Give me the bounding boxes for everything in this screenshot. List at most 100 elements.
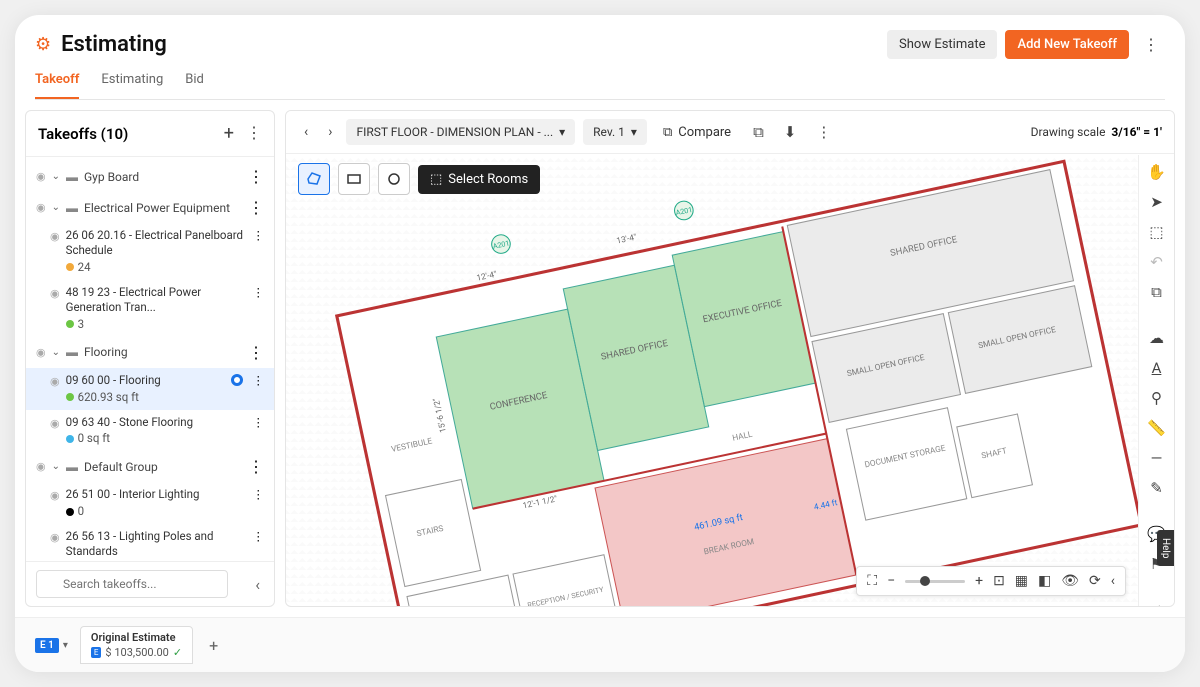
line-icon[interactable]: — xyxy=(1145,449,1169,467)
more-icon[interactable]: ⋮ xyxy=(253,373,265,387)
more-icon[interactable]: ⋮ xyxy=(253,415,265,429)
collapse-sidebar-icon[interactable]: ‹ xyxy=(251,571,264,598)
crop-icon[interactable]: ◧ xyxy=(1038,573,1051,589)
scale-value: 3/16" = 1' xyxy=(1111,125,1162,139)
tree-group[interactable]: ◉ ⌄ ▬ Gyp Board ⋮ xyxy=(26,161,274,192)
zoom-out-icon[interactable]: − xyxy=(887,573,895,589)
chevron-down-icon[interactable]: ▾ xyxy=(63,640,68,651)
more-icon[interactable]: ⋮ xyxy=(248,167,264,186)
zoom-in-icon[interactable]: + xyxy=(975,573,983,589)
add-icon[interactable]: + xyxy=(224,123,234,144)
fullscreen-icon[interactable]: ⛶ xyxy=(867,573,877,589)
more-icon[interactable]: ⋮ xyxy=(248,198,264,217)
folder-icon: ▬ xyxy=(66,460,78,474)
open-external-icon[interactable]: ⧉ xyxy=(747,119,770,145)
tab-takeoff[interactable]: Takeoff xyxy=(35,72,79,99)
copy-icon[interactable]: ⧉ xyxy=(1145,283,1169,301)
more-icon[interactable]: ⋮ xyxy=(248,343,264,362)
chevron-down-icon: ▾ xyxy=(631,125,637,139)
sheet-dropdown[interactable]: FIRST FLOOR - DIMENSION PLAN - ... ▾ xyxy=(346,119,575,145)
chevron-down-icon[interactable]: ⌄ xyxy=(52,202,60,213)
select-rooms-label: Select Rooms xyxy=(448,172,528,187)
help-tab[interactable]: Help xyxy=(1157,530,1174,566)
item-value: 620.93 sq ft xyxy=(78,390,139,405)
visibility-icon[interactable]: 👁 xyxy=(1061,573,1079,589)
color-dot xyxy=(66,435,74,443)
more-icon[interactable]: ⋮ xyxy=(1137,29,1165,60)
chevron-down-icon[interactable]: ⌄ xyxy=(52,461,60,472)
ruler-icon[interactable]: 📏 xyxy=(1145,419,1169,437)
tree-group[interactable]: ◉ ⌄ ▬ Default Group ⋮ xyxy=(26,451,274,482)
color-dot xyxy=(66,508,74,516)
more-icon[interactable]: ⋮ xyxy=(246,123,262,144)
tree-group[interactable]: ◉ ⌄ ▬ Flooring ⋮ xyxy=(26,337,274,368)
compare-button[interactable]: ⧉ Compare xyxy=(655,121,739,144)
group-label: Gyp Board xyxy=(84,170,139,184)
estimate-tab[interactable]: Original Estimate E $ 103,500.00 ✓ xyxy=(80,626,193,664)
visibility-icon[interactable]: ◉ xyxy=(50,230,60,243)
show-estimate-button[interactable]: Show Estimate xyxy=(887,30,997,59)
revision-dropdown[interactable]: Rev. 1 ▾ xyxy=(583,119,647,145)
pan-icon[interactable]: ✋ xyxy=(1145,163,1169,181)
circle-tool-button[interactable] xyxy=(378,163,410,195)
visibility-icon[interactable]: ◉ xyxy=(50,531,60,544)
visibility-icon[interactable]: ◉ xyxy=(50,375,60,388)
more-icon[interactable]: ⋮ xyxy=(248,457,264,476)
rectangle-tool-button[interactable] xyxy=(338,163,370,195)
download-icon[interactable]: ⬇ xyxy=(778,119,803,145)
chevron-down-icon[interactable]: ⌄ xyxy=(52,347,60,358)
chevron-down-icon[interactable]: ⌄ xyxy=(52,171,60,182)
add-estimate-button[interactable]: + xyxy=(205,632,222,659)
fit-icon[interactable]: ⊡ xyxy=(993,573,1005,589)
tab-bid[interactable]: Bid xyxy=(185,72,204,99)
takeoff-item[interactable]: ◉ 09 63 40 - Stone Flooring 0 sq ft ⋮ xyxy=(26,410,274,452)
takeoff-item-selected[interactable]: ◉ 09 60 00 - Flooring 620.93 sq ft ⋮ xyxy=(26,368,274,410)
more-icon[interactable]: ⋮ xyxy=(810,119,837,145)
visibility-icon[interactable]: ◉ xyxy=(36,460,46,473)
svg-text:13'-4": 13'-4" xyxy=(616,233,638,247)
check-icon: ✓ xyxy=(173,646,182,659)
folder-icon: ▬ xyxy=(66,170,78,184)
more-icon[interactable]: ⋮ xyxy=(253,487,265,501)
visibility-icon[interactable]: ◉ xyxy=(36,346,46,359)
search-input[interactable] xyxy=(36,570,228,598)
prev-sheet-icon[interactable]: ‹ xyxy=(298,120,314,144)
takeoff-item[interactable]: ◉ 26 06 20.16 - Electrical Panelboard Sc… xyxy=(26,223,274,280)
polygon-tool-button[interactable] xyxy=(298,163,330,195)
visibility-icon[interactable]: ◉ xyxy=(50,287,60,300)
more-icon[interactable]: ⋮ xyxy=(253,285,265,299)
zoom-slider[interactable] xyxy=(905,580,965,583)
takeoff-item[interactable]: ◉26 56 13 - Lighting Poles and Standards… xyxy=(26,524,274,561)
estimate-mini-badge: E xyxy=(91,647,102,658)
floorplan-canvas[interactable]: CONFERENCE SHARED OFFICE EXECUTIVE OFFIC… xyxy=(286,154,1174,606)
tab-estimating[interactable]: Estimating xyxy=(101,72,163,99)
add-takeoff-button[interactable]: Add New Takeoff xyxy=(1005,30,1129,59)
more-icon[interactable]: ⋮ xyxy=(253,228,265,242)
visibility-icon[interactable]: ◉ xyxy=(50,417,60,430)
drawing-scale: Drawing scale 3/16" = 1' xyxy=(1031,125,1162,139)
visibility-icon[interactable]: ◉ xyxy=(36,170,46,183)
select-rooms-button[interactable]: ⬚ Select Rooms xyxy=(418,165,540,194)
visibility-icon[interactable]: ◉ xyxy=(50,489,60,502)
pencil-icon[interactable]: ✎ xyxy=(1145,479,1169,497)
item-title: 26 06 20.16 - Electrical Panelboard Sche… xyxy=(66,228,253,258)
next-sheet-icon[interactable]: › xyxy=(322,120,338,144)
grid-icon[interactable]: ▦ xyxy=(1015,573,1028,589)
cloud-icon[interactable]: ☁ xyxy=(1145,329,1169,347)
estimate-badge[interactable]: E 1 xyxy=(35,638,59,653)
visibility-icon[interactable]: ◉ xyxy=(36,201,46,214)
text-icon[interactable]: A xyxy=(1145,359,1169,377)
refresh-icon[interactable]: ⟳ xyxy=(1089,573,1101,589)
collapse-right-icon[interactable]: ‹ xyxy=(1111,573,1115,589)
radio-selected-icon[interactable] xyxy=(231,374,243,386)
more-icon[interactable]: ⋮ xyxy=(253,529,265,543)
marquee-icon[interactable]: ⬚ xyxy=(1145,223,1169,241)
pointer-icon[interactable]: ➤ xyxy=(1145,193,1169,211)
swap-icon[interactable]: ⇄ xyxy=(1145,601,1169,607)
takeoff-item[interactable]: ◉ 48 19 23 - Electrical Power Generation… xyxy=(26,280,274,337)
tree-group[interactable]: ◉ ⌄ ▬ Electrical Power Equipment ⋮ xyxy=(26,192,274,223)
folder-icon: ▬ xyxy=(66,345,78,359)
undo-icon[interactable]: ↶ xyxy=(1145,253,1169,271)
stamp-icon[interactable]: ⚲ xyxy=(1145,389,1169,407)
takeoff-item[interactable]: ◉26 51 00 - Interior Lighting0⋮ xyxy=(26,482,274,524)
